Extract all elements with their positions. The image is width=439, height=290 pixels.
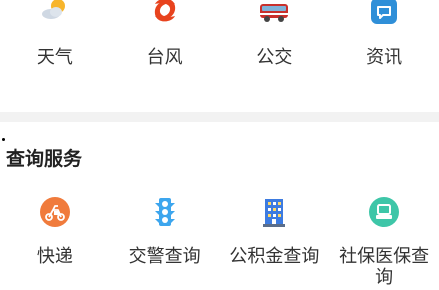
weather-item[interactable]: 天气 <box>0 0 110 85</box>
typhoon-icon <box>154 0 175 22</box>
news-icon <box>371 0 398 24</box>
building-icon <box>263 199 286 227</box>
typhoon-item[interactable]: 台风 <box>110 0 220 85</box>
weather-icon <box>41 0 65 19</box>
express-label: 快递 <box>36 246 73 267</box>
traffic-light-icon <box>154 198 175 226</box>
social-insurance-item[interactable]: 社保医保查询 <box>329 193 439 290</box>
express-item[interactable]: 快递 <box>0 193 110 290</box>
express-delivery-icon <box>39 197 70 227</box>
section-divider <box>0 112 439 122</box>
social-insurance-label: 社保医保查询 <box>339 246 430 288</box>
housing-fund-item[interactable]: 公积金查询 <box>220 193 330 290</box>
traffic-police-item[interactable]: 交警查询 <box>110 193 220 290</box>
stray-dot <box>2 138 5 141</box>
weather-label: 天气 <box>36 47 73 68</box>
bus-item[interactable]: 公交 <box>220 0 330 85</box>
typhoon-label: 台风 <box>146 47 183 68</box>
housing-fund-label: 公积金查询 <box>229 246 320 267</box>
query-services-grid: 快递 交警查询 公积金查询 社保医保查询 <box>0 193 439 290</box>
social-insurance-icon <box>369 197 400 227</box>
traffic-police-label: 交警查询 <box>128 246 201 267</box>
news-item[interactable]: 资讯 <box>329 0 439 85</box>
news-label: 资讯 <box>366 47 403 68</box>
query-section-title: 查询服务 <box>6 148 83 170</box>
top-services-grid: 天气 台风 公交 资讯 <box>0 0 439 85</box>
bus-label: 公交 <box>256 47 293 68</box>
bus-icon <box>260 4 289 22</box>
